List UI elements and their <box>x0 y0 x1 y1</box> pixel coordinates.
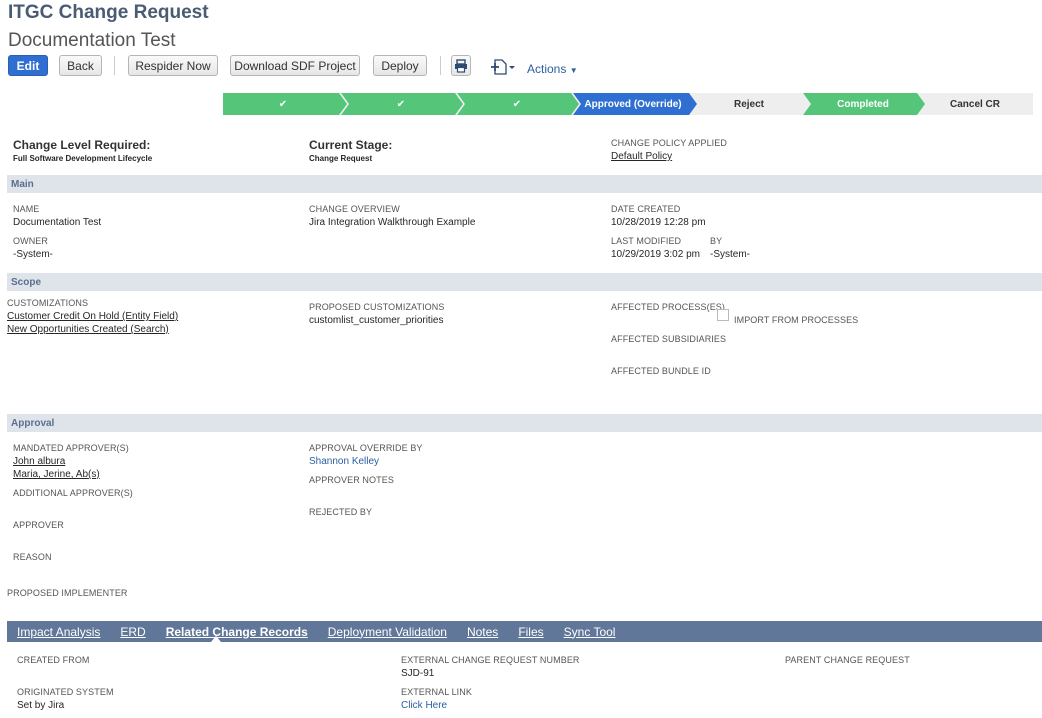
actions-menu[interactable]: Actions ▼ <box>527 62 578 76</box>
approval-override-link[interactable]: Shannon Kelley <box>309 456 379 467</box>
date-created-label: DATE CREATED <box>611 204 681 214</box>
mandated-approver-link[interactable]: John albura <box>13 456 65 467</box>
stage-progress-bar: ✔ ✔ ✔ Approved (Override) Reject Complet… <box>223 93 1033 115</box>
originated-system-value: Set by Jira <box>17 700 65 711</box>
toolbar-divider <box>440 56 441 75</box>
external-change-request-number-label: EXTERNAL CHANGE REQUEST NUMBER <box>401 655 580 665</box>
external-change-request-number-value: SJD-91 <box>401 668 435 679</box>
current-stage-value: Change Request <box>309 154 373 163</box>
subtab-bar: Impact Analysis ERD Related Change Recor… <box>7 621 1042 642</box>
last-modified-label: LAST MODIFIED <box>611 236 682 246</box>
name-value: Documentation Test <box>13 217 102 228</box>
customizations-label: CUSTOMIZATIONS <box>7 298 89 308</box>
external-link[interactable]: Click Here <box>401 700 447 711</box>
rejected-by-label: REJECTED BY <box>309 507 373 517</box>
change-policy-link[interactable]: Default Policy <box>611 151 672 162</box>
current-stage-label: Current Stage: <box>309 138 393 152</box>
change-overview-label: CHANGE OVERVIEW <box>309 204 400 214</box>
tab-files[interactable]: Files <box>518 625 543 639</box>
chevron-down-icon: ▼ <box>569 66 578 75</box>
external-link-label: EXTERNAL LINK <box>401 687 472 697</box>
owner-value: -System- <box>13 249 53 260</box>
stage-step-2[interactable]: ✔ <box>341 93 461 115</box>
toolbar-divider <box>114 56 115 75</box>
tab-impact-analysis[interactable]: Impact Analysis <box>17 625 100 639</box>
tab-sync-tool[interactable]: Sync Tool <box>564 625 616 639</box>
proposed-customizations-value: customlist_customer_priorities <box>309 315 444 326</box>
actions-label: Actions <box>527 62 567 76</box>
deploy-button[interactable]: Deploy <box>373 55 427 76</box>
active-tab-indicator <box>211 636 221 642</box>
stage-reject[interactable]: Reject <box>691 93 807 115</box>
approver-label: APPROVER <box>13 520 64 530</box>
tab-deployment-validation[interactable]: Deployment Validation <box>328 625 447 639</box>
download-sdf-project-button[interactable]: Download SDF Project <box>230 55 360 76</box>
customization-link[interactable]: New Opportunities Created (Search) <box>7 324 169 335</box>
import-from-processes-checkbox[interactable] <box>717 309 729 321</box>
owner-label: OWNER <box>13 236 48 246</box>
additional-approvers-label: ADDITIONAL APPROVER(S) <box>13 488 133 498</box>
change-policy-label: CHANGE POLICY APPLIED <box>611 138 727 148</box>
mandated-approver-link[interactable]: Maria, Jerine, Ab(s) <box>13 469 100 480</box>
stage-completed[interactable]: Completed <box>803 93 923 115</box>
change-level-value: Full Software Development Lifecycle <box>13 154 153 163</box>
date-created-value: 10/28/2019 12:28 pm <box>611 217 706 228</box>
created-from-label: CREATED FROM <box>17 655 90 665</box>
affected-processes-label: AFFECTED PROCESS(ES) <box>611 302 726 312</box>
print-icon <box>455 58 467 73</box>
new-record-menu[interactable] <box>490 58 518 76</box>
respider-now-button[interactable]: Respider Now <box>128 55 218 76</box>
tab-notes[interactable]: Notes <box>467 625 498 639</box>
name-label: NAME <box>13 204 40 214</box>
import-from-processes-label: IMPORT FROM PROCESSES <box>734 315 859 325</box>
record-name-title: Documentation Test <box>8 30 176 51</box>
stage-step-1[interactable]: ✔ <box>223 93 343 115</box>
tab-related-change-records[interactable]: Related Change Records <box>166 625 308 639</box>
modified-by-value: -System- <box>710 249 750 260</box>
affected-subsidiaries-label: AFFECTED SUBSIDIARIES <box>611 334 727 344</box>
section-main[interactable]: Main <box>7 175 1042 193</box>
customization-link[interactable]: Customer Credit On Hold (Entity Field) <box>7 311 178 322</box>
approver-notes-label: APPROVER NOTES <box>309 475 394 485</box>
reason-label: REASON <box>13 552 52 562</box>
edit-button[interactable]: Edit <box>8 55 48 76</box>
change-level-label: Change Level Required: <box>13 138 151 152</box>
parent-change-request-label: PARENT CHANGE REQUEST <box>785 655 910 665</box>
stage-step-3[interactable]: ✔ <box>457 93 577 115</box>
change-overview-value: Jira Integration Walkthrough Example <box>309 217 476 228</box>
stage-approved-override[interactable]: Approved (Override) <box>573 93 693 115</box>
tab-erd[interactable]: ERD <box>120 625 145 639</box>
add-document-icon <box>491 59 515 75</box>
affected-bundle-id-label: AFFECTED BUNDLE ID <box>611 366 711 376</box>
record-type-title: ITGC Change Request <box>8 2 209 23</box>
modified-by-label: BY <box>710 236 723 246</box>
print-button[interactable] <box>451 55 471 76</box>
mandated-approvers-label: MANDATED APPROVER(S) <box>13 443 129 453</box>
section-approval[interactable]: Approval <box>7 414 1042 432</box>
originated-system-label: ORIGINATED SYSTEM <box>17 687 114 697</box>
section-scope[interactable]: Scope <box>7 273 1042 291</box>
back-button[interactable]: Back <box>59 55 102 76</box>
last-modified-value: 10/29/2019 3:02 pm <box>611 249 700 260</box>
approval-override-label: APPROVAL OVERRIDE BY <box>309 443 423 453</box>
proposed-implementer-label: PROPOSED IMPLEMENTER <box>7 588 128 598</box>
proposed-customizations-label: PROPOSED CUSTOMIZATIONS <box>309 302 445 312</box>
stage-cancel-cr[interactable]: Cancel CR <box>919 93 1031 115</box>
